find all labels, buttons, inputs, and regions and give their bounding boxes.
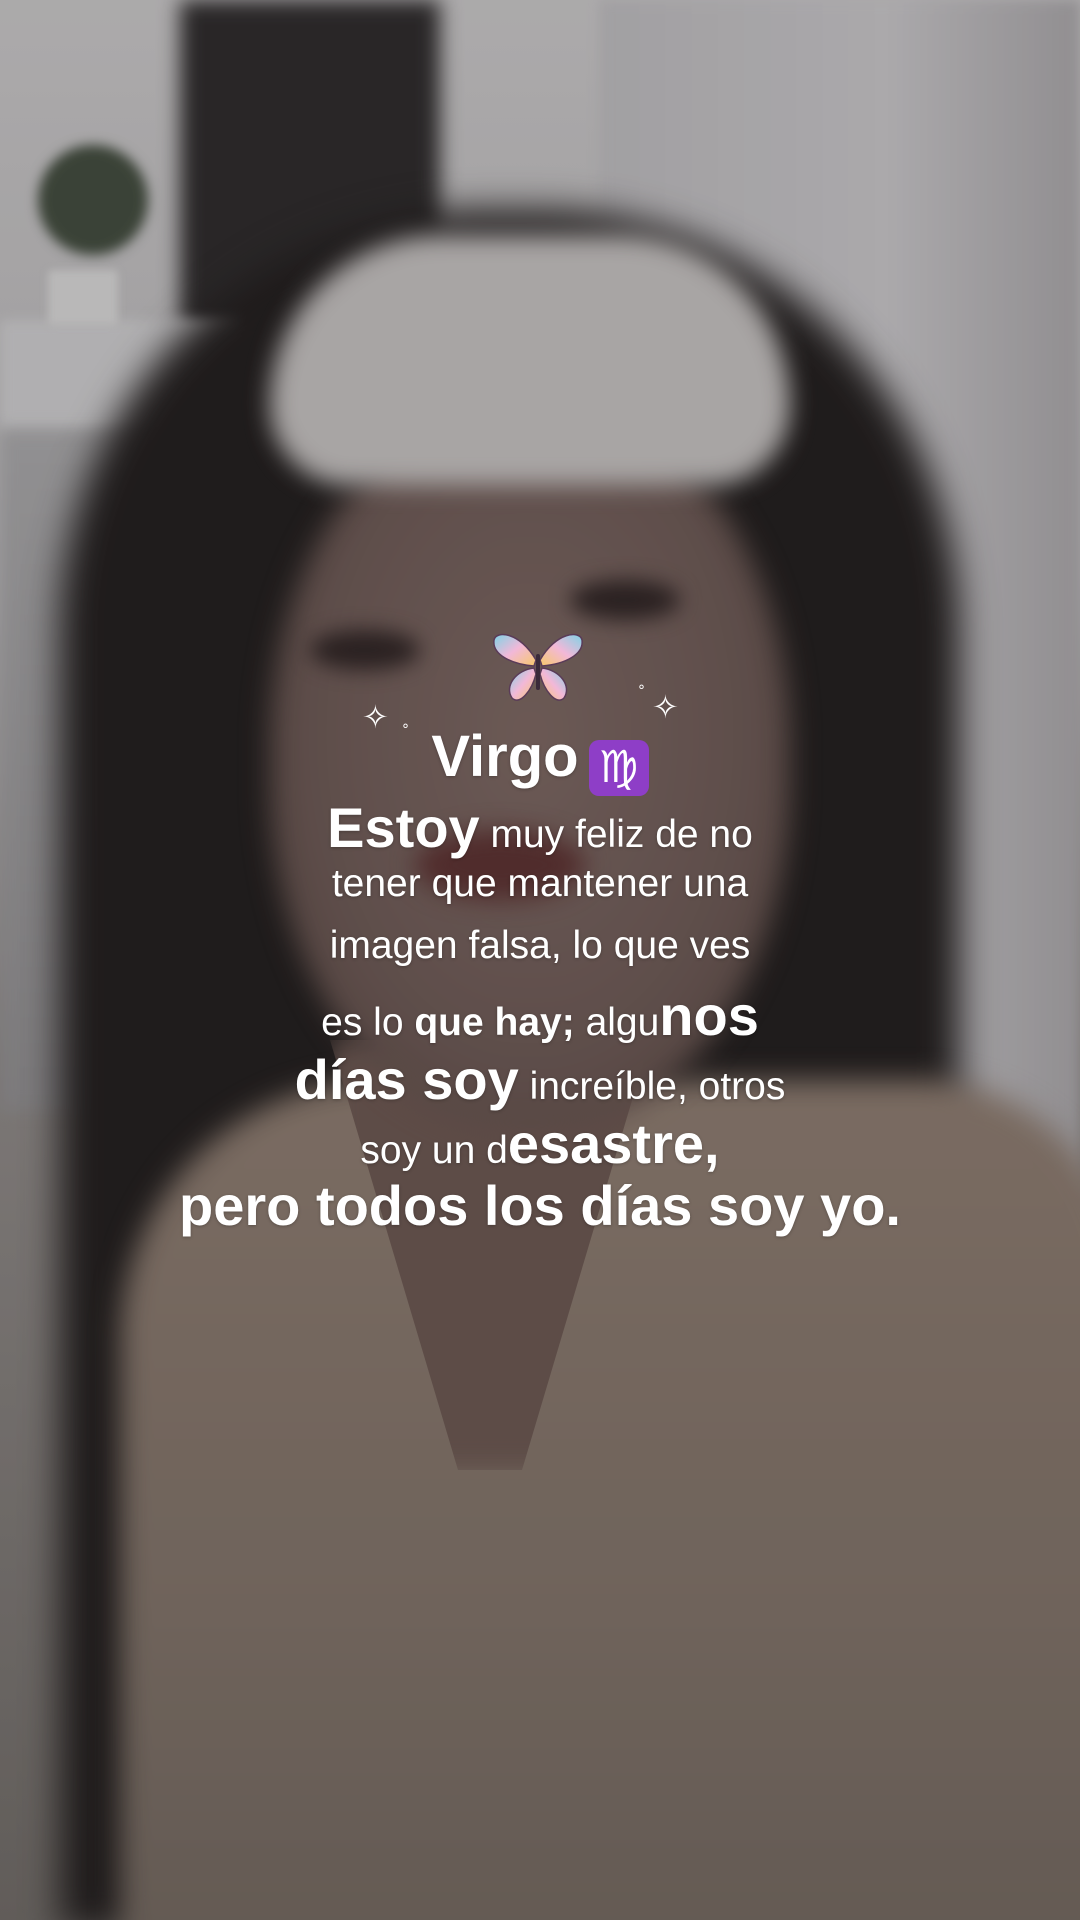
sparkle-icon: ✧ [652,688,679,726]
quote-line-2: tener que mantener una [331,862,749,905]
quote-line-4: es lo que hay; algunos [0,988,1080,1052]
quote-big-text: días soy [294,1048,519,1111]
virgo-symbol-icon: ♍ [588,740,649,796]
quote-bold-text: Estoy [327,796,480,859]
quote-big-text: esastre, [507,1112,720,1175]
quote-big-text: nos [659,984,759,1047]
quote-block: Virgo ♍ Estoy muy feliz de no tener que m… [0,728,1080,1242]
title-line: Virgo ♍ [0,728,1080,796]
butterfly-icon [493,633,583,701]
sparkle-dot-icon: ° [638,683,645,699]
quote-text: algu [585,1001,660,1044]
quote-line-6: soy un desastre, [0,1116,1080,1178]
quote-line-7: pero todos los días soy yo. [179,1174,901,1237]
quote-text: soy un d [360,1129,508,1172]
quote-text: increíble, otros [518,1065,786,1108]
quote-text: muy feliz de no [479,813,753,856]
title: Virgo [431,724,579,789]
text-overlay: ✧ ° ° ✧ Virgo ♍ Estoy muy feliz de no ten… [0,0,1080,1920]
quote-line-5: días soy increíble, otros [0,1052,1080,1116]
quote-text: es lo [321,1001,415,1044]
quote-line-1: Estoy muy feliz de no [0,800,1080,864]
quote-line-3: imagen falsa, lo que ves [329,924,751,967]
quote-bold-text: que hay; [414,1001,586,1044]
